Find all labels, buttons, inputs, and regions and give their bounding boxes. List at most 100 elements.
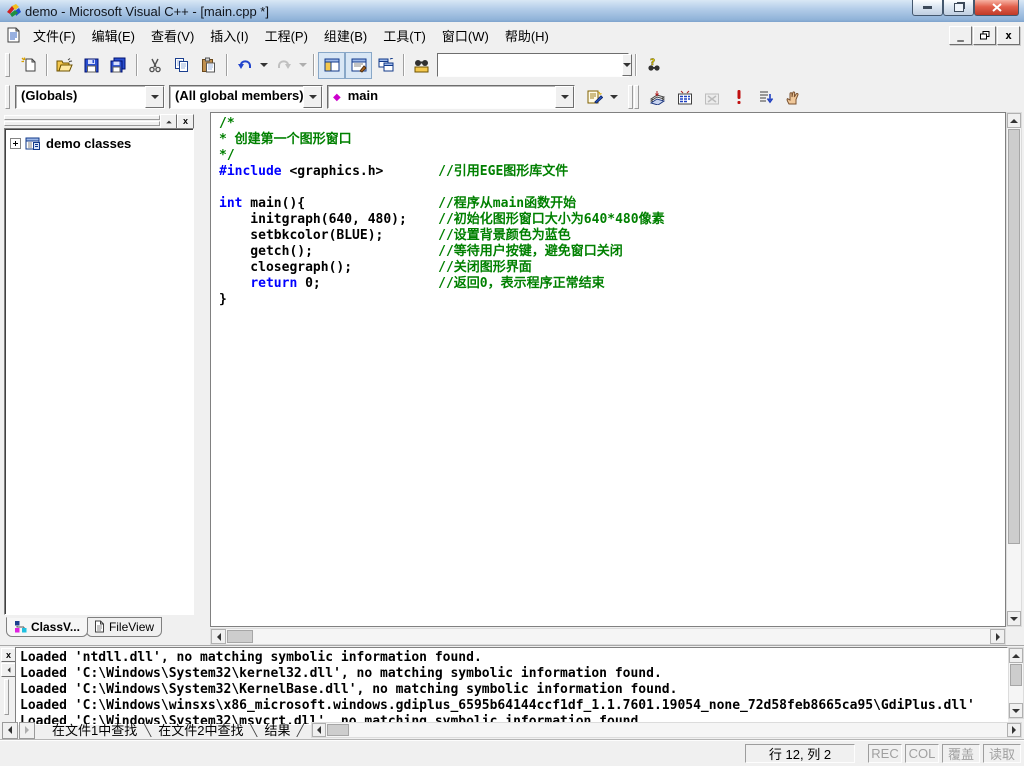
toolbar-grip[interactable] (5, 53, 10, 77)
output-tab-results[interactable]: 结果 (254, 720, 300, 739)
workspace-close-button[interactable]: x (177, 114, 194, 129)
toggle-output-button[interactable] (345, 52, 372, 79)
redo-button[interactable] (270, 52, 297, 79)
go-debug-button[interactable] (752, 84, 779, 111)
tree-root-row[interactable]: demo classes (10, 136, 188, 151)
code-line: } (219, 292, 1005, 308)
editor-horizontal-scrollbar[interactable] (210, 628, 1006, 645)
menu-item-window[interactable]: 窗口(W) (434, 23, 497, 48)
restore-button[interactable] (943, 0, 974, 16)
mdi-minimize-button[interactable]: _ (949, 26, 972, 45)
menu-item-insert[interactable]: 插入(I) (202, 23, 256, 48)
filter-combo-value[interactable]: (All global members) (170, 86, 303, 108)
code-comment: //等待用户按键，避免窗口关闭 (438, 244, 623, 259)
output-close-button[interactable]: x (1, 648, 16, 662)
save-all-button[interactable] (105, 52, 132, 79)
code-editor[interactable]: /** 创建第一个图形窗口*/#include <graphics.h>//引用… (210, 112, 1006, 627)
output-vertical-scrollbar[interactable] (1008, 647, 1024, 719)
scope-combo-dropdown[interactable] (145, 86, 164, 108)
open-file-button[interactable] (51, 52, 78, 79)
tree-root-label[interactable]: demo classes (46, 136, 131, 151)
wizard-action-dropdown[interactable] (608, 85, 620, 110)
minimize-button[interactable] (912, 0, 943, 16)
menu-item-help[interactable]: 帮助(H) (497, 23, 557, 48)
copy-button[interactable] (168, 52, 195, 79)
scroll-right-button[interactable] (1007, 723, 1021, 737)
compile-button[interactable] (644, 84, 671, 111)
tab-scroll-right-button[interactable] (19, 722, 35, 739)
scrollbar-thumb[interactable] (1010, 664, 1022, 686)
workspace-grip[interactable]: x (4, 114, 194, 125)
breakpoint-hand-button[interactable] (779, 84, 806, 111)
close-button[interactable] (974, 0, 1019, 16)
output-grip[interactable] (4, 679, 9, 715)
output-tab-find-in-files-1[interactable]: 在文件1中查找 (42, 720, 147, 739)
scroll-up-button[interactable] (1009, 648, 1023, 663)
scope-combo-value[interactable]: (Globals) (16, 86, 145, 108)
expand-plus-icon[interactable] (10, 138, 21, 149)
scroll-right-button[interactable] (990, 629, 1005, 644)
scroll-left-button[interactable] (211, 629, 226, 644)
undo-button[interactable] (231, 52, 258, 79)
scroll-up-button[interactable] (1007, 113, 1021, 128)
find-combo-dropdown[interactable] (622, 54, 632, 76)
wizard-action-button[interactable] (581, 84, 608, 111)
classview-tree[interactable]: demo classes (4, 128, 194, 615)
undo-dropdown[interactable] (258, 53, 270, 78)
close-icon (992, 3, 1002, 12)
filter-combo-dropdown[interactable] (303, 86, 322, 108)
build-button[interactable] (671, 84, 698, 111)
stop-build-button[interactable] (698, 84, 725, 111)
cut-button[interactable] (141, 52, 168, 79)
toggle-workspace-button[interactable] (318, 52, 345, 79)
code-content: /** 创建第一个图形窗口*/#include <graphics.h>//引用… (211, 113, 1005, 308)
menu-item-file[interactable]: 文件(F) (25, 23, 84, 48)
menu-item-tools[interactable]: 工具(T) (375, 23, 434, 48)
member-combo-dropdown[interactable] (555, 86, 574, 108)
member-combo: ◆ main (327, 85, 575, 109)
toolbar-grip[interactable] (628, 85, 633, 109)
mdi-close-button[interactable]: x (997, 26, 1020, 45)
find-combo-input[interactable] (438, 54, 622, 76)
member-combo-value[interactable]: main (343, 86, 555, 108)
new-file-button[interactable] (15, 52, 42, 79)
scrollbar-thumb[interactable] (227, 630, 253, 643)
menu-item-edit[interactable]: 编辑(E) (84, 23, 143, 48)
menu-item-project[interactable]: 工程(P) (257, 23, 316, 48)
window-list-button[interactable] (372, 52, 399, 79)
paste-button[interactable] (195, 52, 222, 79)
code-comment: //引用EGE图形库文件 (438, 164, 568, 179)
scroll-down-button[interactable] (1009, 703, 1023, 718)
tab-classview[interactable]: ClassV... (6, 617, 88, 637)
scroll-down-button[interactable] (1007, 611, 1021, 626)
menu-item-build[interactable]: 组建(B) (316, 23, 375, 48)
output-tab-find-in-files-2[interactable]: 在文件2中查找 (148, 720, 253, 739)
search-help-button[interactable]: ? (640, 52, 667, 79)
scrollbar-thumb[interactable] (327, 724, 349, 736)
output-text[interactable]: Loaded 'ntdll.dll', no matching symbolic… (15, 647, 1008, 725)
minimize-icon (923, 6, 932, 9)
app-icon (6, 3, 22, 19)
toolbar-separator (46, 54, 47, 76)
tab-fileview[interactable]: FileView (86, 617, 162, 637)
find-in-files-button[interactable] (408, 52, 435, 79)
toolbar-grip[interactable] (634, 85, 639, 109)
output-expand-button[interactable] (1, 663, 16, 677)
output-horizontal-scrollbar[interactable] (311, 722, 1022, 738)
menu-item-view[interactable]: 查看(V) (143, 23, 202, 48)
mdi-restore-button[interactable] (973, 26, 996, 45)
scroll-left-button[interactable] (312, 723, 326, 737)
menu-items: 文件(F)编辑(E)查看(V)插入(I)工程(P)组建(B)工具(T)窗口(W)… (25, 23, 557, 48)
scrollbar-thumb[interactable] (1008, 129, 1020, 544)
code-line (219, 180, 1005, 196)
workspace-collapse-button[interactable] (160, 114, 177, 129)
tab-scroll-left-button[interactable] (2, 722, 18, 739)
execute-program-button[interactable] (725, 84, 752, 111)
toolbar-grip[interactable] (5, 85, 10, 109)
save-button[interactable] (78, 52, 105, 79)
redo-icon (276, 58, 292, 72)
redo-dropdown[interactable] (297, 53, 309, 78)
editor-vertical-scrollbar[interactable] (1006, 112, 1022, 627)
code-token: } (219, 292, 227, 307)
hand-icon (785, 90, 800, 105)
